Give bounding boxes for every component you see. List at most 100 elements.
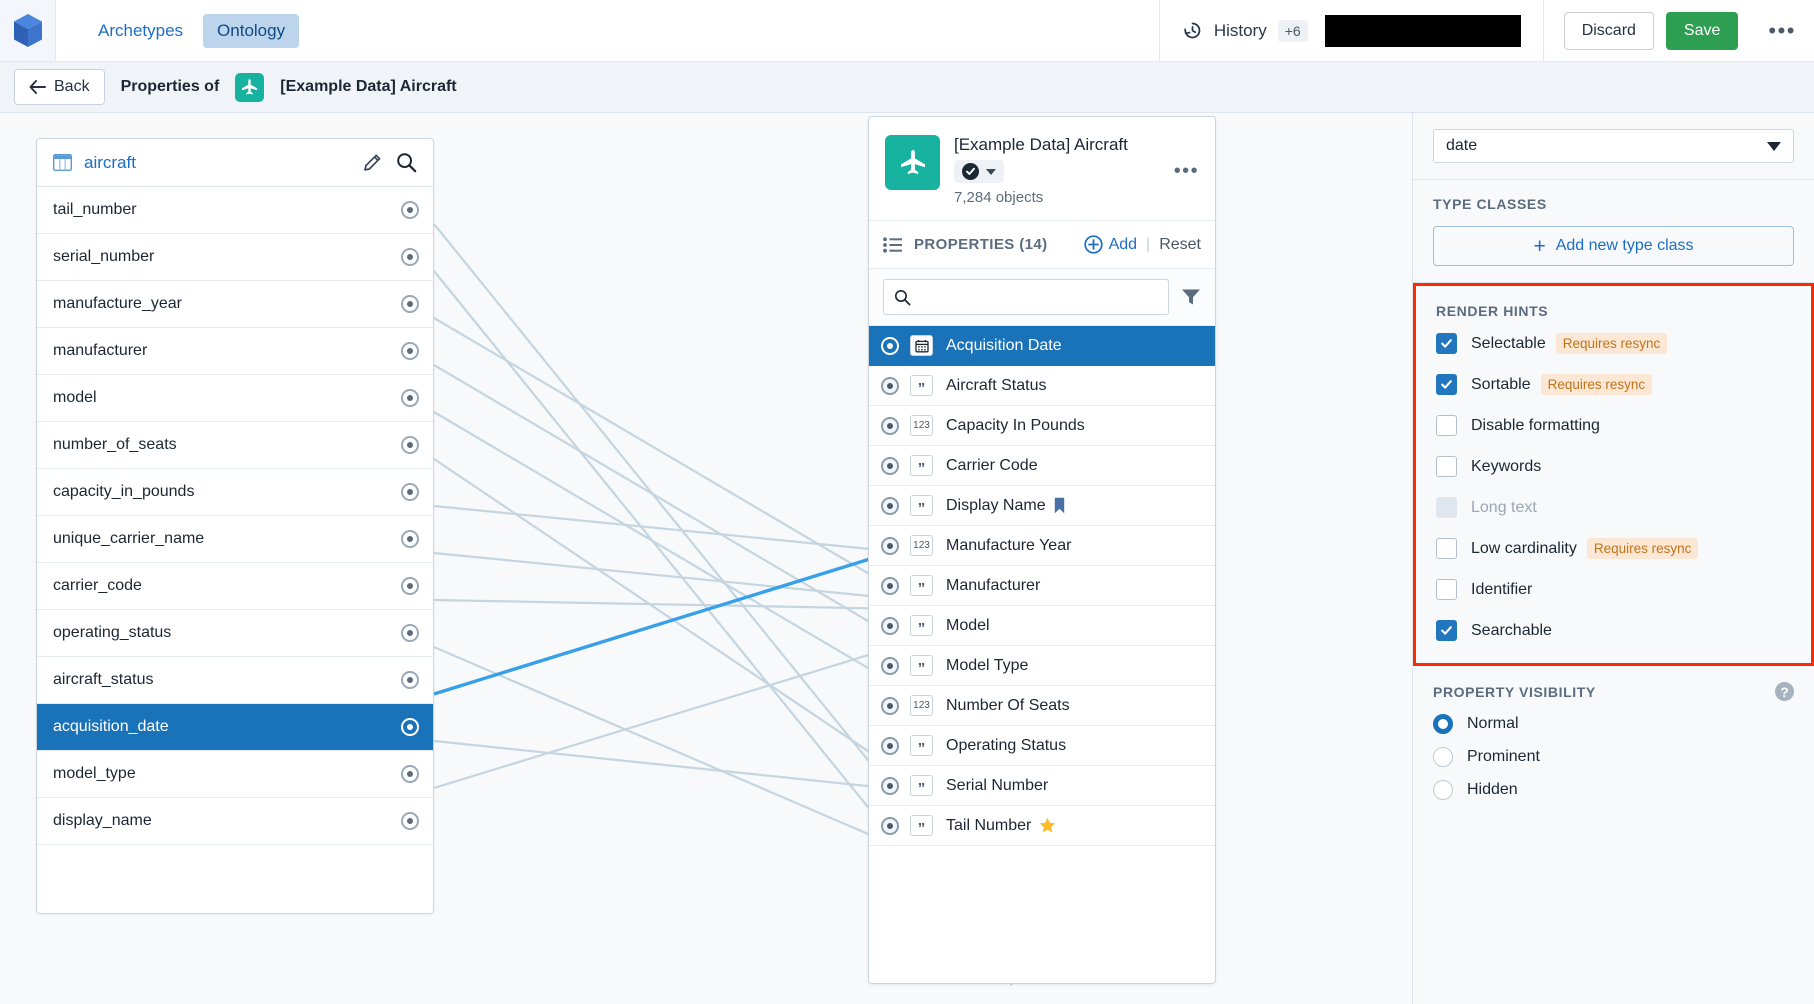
tab-archetypes[interactable]: Archetypes bbox=[84, 14, 197, 48]
tab-ontology[interactable]: Ontology bbox=[203, 13, 300, 48]
column-port-handle[interactable] bbox=[401, 624, 419, 642]
datasource-column-row[interactable]: manufacture_year bbox=[37, 281, 433, 328]
datasource-column-row[interactable]: display_name bbox=[37, 798, 433, 845]
column-port-handle[interactable] bbox=[401, 342, 419, 360]
render-hint-row[interactable]: Low cardinality Requires resync bbox=[1436, 538, 1791, 559]
property-port-handle[interactable] bbox=[881, 736, 899, 755]
column-port-handle[interactable] bbox=[401, 812, 419, 830]
column-port-handle[interactable] bbox=[401, 718, 419, 736]
more-options-icon[interactable]: ••• bbox=[1768, 19, 1796, 41]
object-card-overflow-icon[interactable]: ••• bbox=[1174, 161, 1199, 181]
property-port-handle[interactable] bbox=[881, 536, 899, 555]
datasource-column-row[interactable]: unique_carrier_name bbox=[37, 516, 433, 563]
property-row[interactable]: ” Operating Status bbox=[869, 726, 1215, 766]
property-row[interactable]: ” Serial Number bbox=[869, 766, 1215, 806]
column-port-handle[interactable] bbox=[401, 530, 419, 548]
column-port-handle[interactable] bbox=[401, 248, 419, 266]
visibility-option-row[interactable]: Hidden bbox=[1433, 780, 1794, 800]
add-property-button[interactable]: Add bbox=[1083, 235, 1137, 254]
render-hint-checkbox[interactable] bbox=[1436, 538, 1457, 559]
property-row[interactable]: ” Tail Number bbox=[869, 806, 1215, 846]
column-port-handle[interactable] bbox=[401, 765, 419, 783]
property-port-handle[interactable] bbox=[881, 496, 899, 515]
object-status-dropdown[interactable] bbox=[954, 160, 1004, 183]
render-hint-row[interactable]: Disable formatting bbox=[1436, 415, 1791, 436]
add-new-type-class-button[interactable]: + Add new type class bbox=[1433, 226, 1794, 266]
property-port-handle[interactable] bbox=[881, 336, 899, 355]
property-port-handle[interactable] bbox=[881, 376, 899, 395]
visibility-radio[interactable] bbox=[1433, 747, 1453, 767]
reset-properties-button[interactable]: Reset bbox=[1159, 236, 1201, 254]
object-type-card[interactable]: [Example Data] Aircraft 7,284 objects ••… bbox=[868, 116, 1216, 984]
base-type-select[interactable]: date bbox=[1433, 129, 1794, 163]
render-hint-row[interactable]: Sortable Requires resync bbox=[1436, 374, 1791, 395]
property-row[interactable]: ” Carrier Code bbox=[869, 446, 1215, 486]
graph-canvas[interactable]: aircraft tail_number serial_number manufac… bbox=[0, 113, 1814, 1004]
render-hint-row[interactable]: Selectable Requires resync bbox=[1436, 333, 1791, 354]
property-search-input[interactable] bbox=[919, 288, 1158, 306]
render-hint-checkbox[interactable] bbox=[1436, 456, 1457, 477]
visibility-option-row[interactable]: Prominent bbox=[1433, 747, 1794, 767]
property-row[interactable]: 123 Capacity In Pounds bbox=[869, 406, 1215, 446]
edit-datasource-button[interactable] bbox=[362, 153, 382, 173]
datasource-column-row[interactable]: serial_number bbox=[37, 234, 433, 281]
visibility-option-row[interactable]: Normal bbox=[1433, 714, 1794, 734]
property-port-handle[interactable] bbox=[881, 456, 899, 475]
datasource-column-row[interactable]: acquisition_date bbox=[37, 704, 433, 751]
column-port-handle[interactable] bbox=[401, 671, 419, 689]
datasource-column-row[interactable]: operating_status bbox=[37, 610, 433, 657]
datasource-name[interactable]: aircraft bbox=[84, 153, 348, 173]
datasource-column-row[interactable]: aircraft_status bbox=[37, 657, 433, 704]
property-row[interactable]: Acquisition Date bbox=[869, 326, 1215, 366]
property-row[interactable]: 123 Manufacture Year bbox=[869, 526, 1215, 566]
datasource-column-row[interactable]: model_type bbox=[37, 751, 433, 798]
datasource-column-row[interactable]: manufacturer bbox=[37, 328, 433, 375]
datasource-column-row[interactable]: carrier_code bbox=[37, 563, 433, 610]
property-port-handle[interactable] bbox=[881, 576, 899, 595]
property-row[interactable]: 123 Number Of Seats bbox=[869, 686, 1215, 726]
property-row[interactable]: ” Model Type bbox=[869, 646, 1215, 686]
property-port-handle[interactable] bbox=[881, 696, 899, 715]
render-hint-checkbox[interactable] bbox=[1436, 374, 1457, 395]
render-hint-checkbox[interactable] bbox=[1436, 579, 1457, 600]
property-port-handle[interactable] bbox=[881, 656, 899, 675]
column-port-handle[interactable] bbox=[401, 389, 419, 407]
render-hint-row[interactable]: Identifier bbox=[1436, 579, 1791, 600]
back-button[interactable]: Back bbox=[14, 69, 105, 105]
column-port-handle[interactable] bbox=[401, 201, 419, 219]
property-port-handle[interactable] bbox=[881, 416, 899, 435]
app-logo[interactable] bbox=[0, 0, 56, 61]
property-port-handle[interactable] bbox=[881, 816, 899, 835]
datasource-column-row[interactable]: capacity_in_pounds bbox=[37, 469, 433, 516]
search-datasource-button[interactable] bbox=[396, 152, 417, 173]
property-row[interactable]: ” Manufacturer bbox=[869, 566, 1215, 606]
visibility-radio[interactable] bbox=[1433, 780, 1453, 800]
property-row[interactable]: ” Aircraft Status bbox=[869, 366, 1215, 406]
property-port-handle[interactable] bbox=[881, 616, 899, 635]
column-port-handle[interactable] bbox=[401, 577, 419, 595]
column-port-handle[interactable] bbox=[401, 295, 419, 313]
render-hint-row[interactable]: Searchable bbox=[1436, 620, 1791, 641]
property-row[interactable]: ” Display Name bbox=[869, 486, 1215, 526]
datasource-column-row[interactable]: number_of_seats bbox=[37, 422, 433, 469]
column-port-handle[interactable] bbox=[401, 436, 419, 454]
render-hint-row[interactable]: Keywords bbox=[1436, 456, 1791, 477]
column-port-handle[interactable] bbox=[401, 483, 419, 501]
render-hint-checkbox[interactable] bbox=[1436, 333, 1457, 354]
property-row[interactable]: ” Model bbox=[869, 606, 1215, 646]
requires-resync-badge: Requires resync bbox=[1540, 374, 1653, 395]
datasource-column-row[interactable]: model bbox=[37, 375, 433, 422]
datasource-card[interactable]: aircraft tail_number serial_number manufac… bbox=[36, 138, 434, 914]
render-hint-checkbox[interactable] bbox=[1436, 415, 1457, 436]
visibility-radio[interactable] bbox=[1433, 714, 1453, 734]
save-button[interactable]: Save bbox=[1665, 11, 1739, 50]
property-search-box[interactable] bbox=[883, 279, 1169, 315]
property-port-handle[interactable] bbox=[881, 776, 899, 795]
render-hint-row[interactable]: Long text bbox=[1436, 497, 1791, 518]
history-icon[interactable] bbox=[1182, 20, 1203, 41]
help-icon[interactable]: ? bbox=[1775, 682, 1794, 701]
filter-icon[interactable] bbox=[1181, 288, 1201, 306]
datasource-column-row[interactable]: tail_number bbox=[37, 187, 433, 234]
render-hint-checkbox[interactable] bbox=[1436, 620, 1457, 641]
discard-button[interactable]: Discard bbox=[1563, 11, 1654, 50]
